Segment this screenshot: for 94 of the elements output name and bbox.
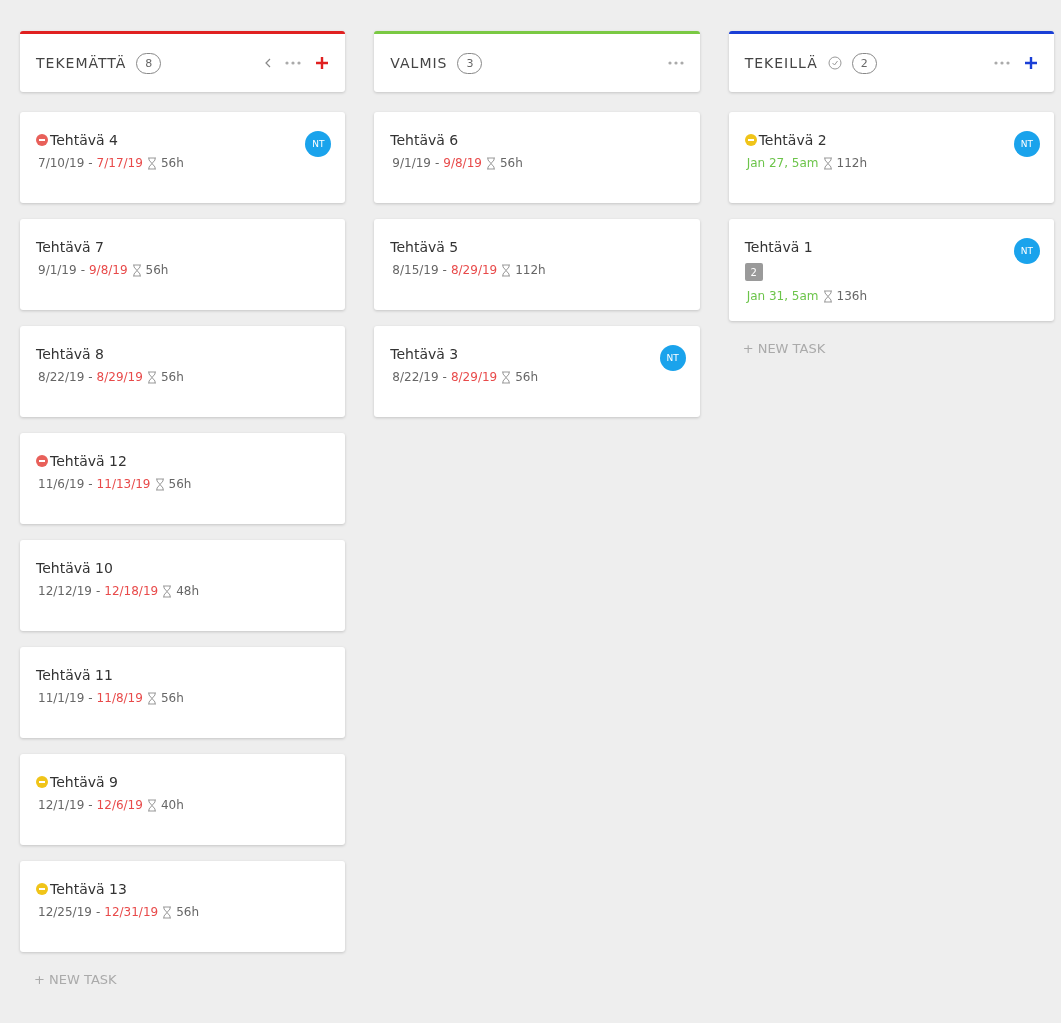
task-title: Tehtävä 7 bbox=[36, 239, 104, 255]
task-title: Tehtävä 4 bbox=[50, 132, 118, 148]
hourglass-icon bbox=[146, 798, 157, 812]
time-estimate: 48h bbox=[176, 584, 200, 598]
check-circle-icon bbox=[827, 56, 842, 70]
hourglass-icon bbox=[146, 370, 157, 384]
due-date: 8/29/19 bbox=[450, 370, 498, 384]
start-date: 8/22/19 bbox=[38, 370, 85, 384]
hourglass-icon bbox=[162, 584, 173, 598]
date-separator: - bbox=[88, 156, 93, 170]
due-date: 7/17/19 bbox=[96, 156, 143, 170]
column-title: TEKEILLÄ bbox=[744, 55, 818, 71]
subtask-count: 2 bbox=[744, 263, 763, 281]
hourglass-icon bbox=[131, 263, 142, 277]
task-card[interactable]: Tehtävä 11 11/1/19 - 11/8/19 56h bbox=[20, 647, 346, 738]
task-card[interactable]: Tehtävä 7 9/1/19 - 9/8/19 56h bbox=[20, 219, 346, 310]
task-card[interactable]: Tehtävä 5 8/15/19 - 8/29/19 112h bbox=[374, 219, 700, 310]
hourglass-icon bbox=[485, 156, 496, 170]
start-date: 12/25/19 bbox=[38, 905, 92, 919]
hourglass-icon bbox=[154, 477, 165, 491]
due-date: Jan 27, 5am bbox=[746, 156, 819, 170]
date-separator: - bbox=[95, 905, 101, 919]
hourglass-icon bbox=[822, 156, 833, 170]
due-date: 9/8/19 bbox=[88, 263, 128, 277]
due-date: 11/13/19 bbox=[96, 477, 151, 491]
task-card[interactable]: Tehtävä 13 12/25/19 - 12/31/19 56h bbox=[20, 861, 346, 952]
date-separator: - bbox=[80, 263, 85, 277]
time-estimate: 56h bbox=[168, 477, 192, 491]
date-separator: - bbox=[88, 691, 93, 705]
due-date: 12/18/19 bbox=[104, 584, 159, 598]
time-estimate: 56h bbox=[160, 691, 184, 705]
time-estimate: 136h bbox=[836, 289, 868, 303]
start-date: 11/1/19 bbox=[38, 691, 85, 705]
time-estimate: 112h bbox=[836, 156, 868, 170]
task-title: Tehtävä 13 bbox=[50, 881, 127, 897]
time-estimate: 56h bbox=[160, 370, 184, 384]
date-separator: - bbox=[88, 477, 93, 491]
task-title: Tehtävä 8 bbox=[36, 346, 104, 362]
task-title: Tehtävä 6 bbox=[390, 132, 459, 148]
start-date: 9/1/19 bbox=[392, 156, 431, 170]
date-separator: - bbox=[442, 263, 447, 277]
start-date: 8/15/19 bbox=[392, 263, 439, 277]
task-title: Tehtävä 10 bbox=[36, 560, 113, 576]
start-date: 12/1/19 bbox=[38, 798, 85, 812]
task-card[interactable]: Tehtävä 3 8/22/19 - 8/29/19 56h NT bbox=[374, 326, 700, 417]
time-estimate: 40h bbox=[160, 798, 184, 812]
start-date: 12/12/19 bbox=[38, 584, 92, 598]
time-estimate: 56h bbox=[499, 156, 523, 170]
date-separator: - bbox=[434, 156, 440, 170]
task-card[interactable]: Tehtävä 2 Jan 27, 5am 112h NT bbox=[728, 112, 1054, 203]
task-card[interactable]: Tehtävä 10 12/12/19 - 12/18/19 48h bbox=[20, 540, 346, 631]
start-date: 7/10/19 bbox=[38, 156, 85, 170]
due-date: 12/6/19 bbox=[96, 798, 143, 812]
time-estimate: 56h bbox=[160, 156, 184, 170]
task-card[interactable]: Tehtävä 8 8/22/19 - 8/29/19 56h bbox=[20, 326, 346, 417]
time-estimate: 112h bbox=[515, 263, 546, 277]
date-separator: - bbox=[95, 584, 101, 598]
column-title: VALMIS bbox=[390, 55, 448, 71]
due-date: Jan 31, 5am bbox=[746, 289, 819, 303]
date-separator: - bbox=[88, 798, 93, 812]
hourglass-icon bbox=[146, 156, 157, 170]
task-card[interactable]: Tehtävä 9 12/1/19 - 12/6/19 40h bbox=[20, 754, 346, 845]
hourglass-icon bbox=[162, 905, 173, 919]
due-date: 8/29/19 bbox=[96, 370, 143, 384]
time-estimate: 56h bbox=[145, 263, 169, 277]
start-date: 9/1/19 bbox=[38, 263, 77, 277]
task-title: Tehtävä 9 bbox=[50, 774, 118, 790]
hourglass-icon bbox=[501, 263, 512, 277]
due-date: 11/8/19 bbox=[96, 691, 143, 705]
column-title: TEKEMÄTTÄ bbox=[36, 55, 127, 71]
hourglass-icon bbox=[822, 289, 833, 303]
hourglass-icon bbox=[146, 691, 157, 705]
task-title: Tehtävä 5 bbox=[390, 239, 459, 255]
due-date: 8/29/19 bbox=[450, 263, 498, 277]
task-card[interactable]: Tehtävä 4 7/10/19 - 7/17/19 56h NT bbox=[20, 112, 346, 203]
more-button[interactable] bbox=[992, 61, 1012, 65]
date-separator: - bbox=[442, 370, 447, 384]
time-estimate: 56h bbox=[515, 370, 539, 384]
task-title: Tehtävä 1 bbox=[744, 239, 813, 255]
task-title: Tehtävä 3 bbox=[390, 346, 459, 362]
task-title: Tehtävä 2 bbox=[758, 132, 827, 148]
task-title: Tehtävä 12 bbox=[50, 453, 127, 469]
hourglass-icon bbox=[501, 370, 512, 384]
task-card[interactable]: Tehtävä 1 2 Jan 31, 5am 136h NT bbox=[728, 219, 1054, 321]
task-card[interactable]: Tehtävä 12 11/6/19 - 11/13/19 56h bbox=[20, 433, 346, 524]
time-estimate: 56h bbox=[176, 905, 200, 919]
date-separator: - bbox=[88, 370, 93, 384]
due-date: 12/31/19 bbox=[104, 905, 159, 919]
task-title: Tehtävä 11 bbox=[36, 667, 113, 683]
start-date: 8/22/19 bbox=[392, 370, 439, 384]
add-button[interactable] bbox=[1022, 56, 1040, 70]
due-date: 9/8/19 bbox=[443, 156, 482, 170]
start-date: 11/6/19 bbox=[38, 477, 85, 491]
task-card[interactable]: Tehtävä 6 9/1/19 - 9/8/19 56h bbox=[374, 112, 700, 203]
